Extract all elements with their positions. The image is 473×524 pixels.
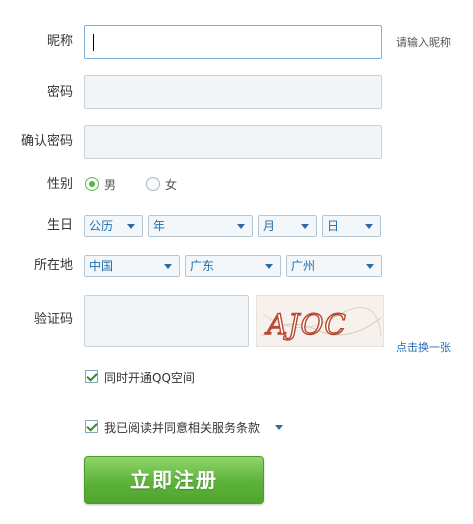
confirm-password-input[interactable] — [84, 125, 382, 159]
gender-male-label: 男 — [104, 178, 117, 192]
terms-dropdown-icon[interactable] — [275, 425, 283, 430]
open-qzone-checkbox[interactable] — [85, 370, 98, 383]
captcha-text: AJOC — [264, 308, 347, 341]
day-select[interactable]: 日 — [322, 215, 381, 237]
location-label: 所在地 — [33, 258, 73, 273]
birthday-label: 生日 — [46, 218, 73, 233]
month-select[interactable]: 月 — [258, 215, 317, 237]
year-select[interactable]: 年 — [148, 215, 253, 237]
password-label: 密码 — [46, 85, 73, 100]
register-button[interactable]: 立即注册 — [84, 456, 264, 504]
gender-female-label: 女 — [165, 178, 178, 192]
captcha-input[interactable] — [84, 295, 249, 347]
nickname-hint: 请输入昵称 — [396, 36, 451, 49]
nickname-input[interactable] — [84, 25, 382, 59]
calendar-type-value: 公历 — [89, 219, 114, 233]
year-value: 年 — [153, 219, 166, 233]
city-select[interactable]: 广州 — [286, 255, 382, 277]
chevron-down-icon — [366, 264, 374, 269]
open-qzone-label: 同时开通QQ空间 — [104, 371, 195, 385]
captcha-image[interactable]: AJOC — [256, 295, 384, 347]
country-select[interactable]: 中国 — [84, 255, 180, 277]
confirm-password-label: 确认密码 — [20, 134, 73, 149]
gender-female-radio[interactable] — [146, 177, 160, 191]
agree-terms-label: 我已阅读并同意相关服务条款 — [104, 421, 261, 435]
chevron-down-icon — [301, 224, 309, 229]
nickname-label: 昵称 — [46, 34, 73, 49]
text-caret — [93, 34, 94, 51]
captcha-label: 验证码 — [33, 312, 73, 327]
country-value: 中国 — [89, 259, 114, 273]
agree-terms-checkbox[interactable] — [85, 420, 98, 433]
month-value: 月 — [263, 219, 276, 233]
chevron-down-icon — [365, 224, 373, 229]
chevron-down-icon — [164, 264, 172, 269]
province-select[interactable]: 广东 — [185, 255, 281, 277]
captcha-refresh-link[interactable]: 点击换一张 — [396, 339, 451, 355]
chevron-down-icon — [265, 264, 273, 269]
day-value: 日 — [327, 219, 340, 233]
password-input[interactable] — [84, 75, 382, 109]
city-value: 广州 — [291, 259, 316, 273]
gender-label: 性别 — [46, 177, 73, 192]
chevron-down-icon — [127, 224, 135, 229]
calendar-type-select[interactable]: 公历 — [84, 215, 143, 237]
chevron-down-icon — [237, 224, 245, 229]
gender-male-radio[interactable] — [85, 177, 99, 191]
captcha-graphic: AJOC — [260, 307, 382, 342]
province-value: 广东 — [190, 259, 215, 273]
